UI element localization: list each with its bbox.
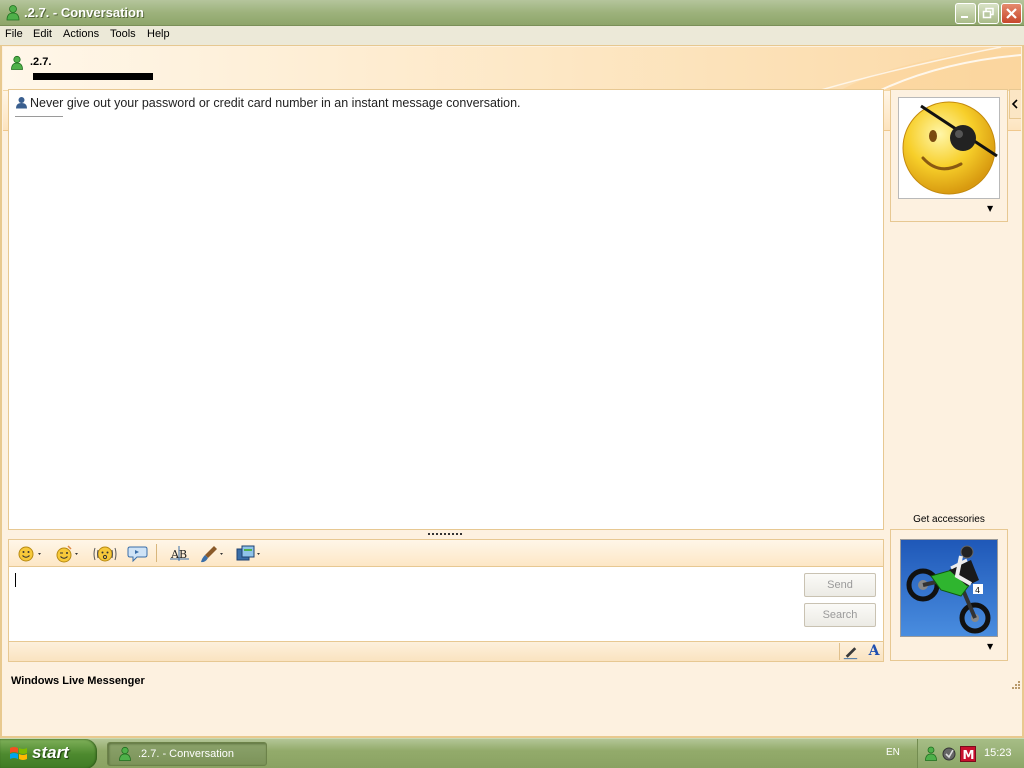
contact-status-icon — [11, 55, 23, 70]
minimize-button[interactable] — [955, 3, 976, 24]
security-warning-icon — [16, 97, 27, 109]
my-display-picture-panel: 4 ▼ — [890, 529, 1008, 661]
menu-edit[interactable]: Edit — [33, 28, 52, 40]
security-warning-text: Never give out your password or credit c… — [30, 96, 521, 110]
window-titlebar[interactable]: .2.7. - Conversation — [0, 0, 1024, 26]
send-file-icon[interactable] — [235, 544, 265, 564]
handwriting-icon[interactable] — [839, 643, 861, 660]
my-display-picture-menu-arrow[interactable]: ▼ — [987, 642, 993, 651]
svg-text:4: 4 — [975, 586, 980, 595]
font-icon[interactable]: A — [865, 643, 883, 660]
minimize-icon — [961, 16, 968, 18]
spell-check-icon[interactable]: AB — [169, 544, 191, 564]
chevron-left-icon — [1011, 99, 1018, 109]
security-warning: Never give out your password or credit c… — [15, 96, 521, 110]
messenger-tray-icon[interactable] — [924, 746, 938, 762]
messenger-buddy-icon — [119, 746, 131, 761]
input-footer: A — [8, 642, 884, 662]
messenger-buddy-icon — [6, 5, 20, 21]
menu-tools[interactable]: Tools — [110, 28, 136, 40]
voice-clip-icon[interactable] — [127, 544, 149, 564]
svg-text:M: M — [963, 748, 975, 762]
my-display-picture[interactable]: 4 — [900, 539, 998, 637]
mcafee-tray-icon[interactable]: M — [960, 746, 976, 762]
conversation-history[interactable]: Never give out your password or credit c… — [8, 89, 884, 530]
contact-name: .2.7. — [30, 56, 52, 68]
background-brush-icon[interactable] — [198, 544, 228, 564]
display-picture-menu-arrow[interactable]: ▼ — [987, 204, 993, 213]
contact-personal-message-redacted — [33, 73, 153, 80]
text-caret — [15, 573, 16, 587]
nudge-icon[interactable] — [92, 544, 118, 564]
system-tray: M 15:23 — [917, 739, 1024, 768]
window-title: .2.7. - Conversation — [24, 5, 144, 20]
warning-divider — [15, 116, 63, 117]
menu-actions[interactable]: Actions — [63, 28, 99, 40]
app-brand: Windows Live Messenger — [11, 675, 145, 687]
close-button[interactable] — [1001, 3, 1022, 24]
contact-display-picture[interactable] — [898, 97, 1000, 199]
collapse-sidebar-button[interactable] — [1009, 89, 1021, 119]
menu-file[interactable]: File — [5, 28, 23, 40]
taskbar-conversation-button[interactable]: .2.7. - Conversation — [107, 742, 267, 766]
toolbar-separator — [156, 544, 157, 562]
start-button[interactable]: start — [0, 739, 97, 768]
motocross-photo: 4 — [901, 540, 997, 636]
menu-help[interactable]: Help — [147, 28, 170, 40]
restore-button[interactable] — [978, 3, 999, 24]
send-button[interactable]: Send — [804, 573, 876, 597]
resize-grip-icon[interactable] — [1010, 679, 1020, 689]
menu-bar: File Edit Actions Tools Help — [0, 26, 1024, 45]
taskbar-conversation-label: .2.7. - Conversation — [138, 748, 234, 760]
header-decoration — [820, 47, 1021, 90]
language-indicator[interactable]: EN — [886, 747, 900, 758]
contact-display-picture-panel: ▼ — [890, 89, 1008, 222]
contact-header: .2.7. — [3, 47, 1021, 90]
resize-splitter[interactable] — [428, 531, 464, 537]
security-tray-icon[interactable] — [942, 746, 956, 762]
taskbar: start .2.7. - Conversation EN M 15:23 — [0, 738, 1024, 768]
restore-icon — [982, 7, 994, 19]
message-input[interactable]: Send Search — [8, 567, 884, 642]
search-button[interactable]: Search — [804, 603, 876, 627]
clock[interactable]: 15:23 — [984, 747, 1012, 759]
emoticon-icon[interactable] — [17, 544, 45, 564]
pirate-smiley-icon — [902, 101, 998, 195]
wink-icon[interactable] — [54, 544, 82, 564]
start-label: start — [32, 743, 69, 762]
input-toolbar: AB — [8, 539, 884, 567]
get-accessories-link[interactable]: Get accessories — [890, 514, 1008, 525]
close-icon — [1006, 8, 1017, 19]
windows-logo-icon — [10, 747, 27, 760]
